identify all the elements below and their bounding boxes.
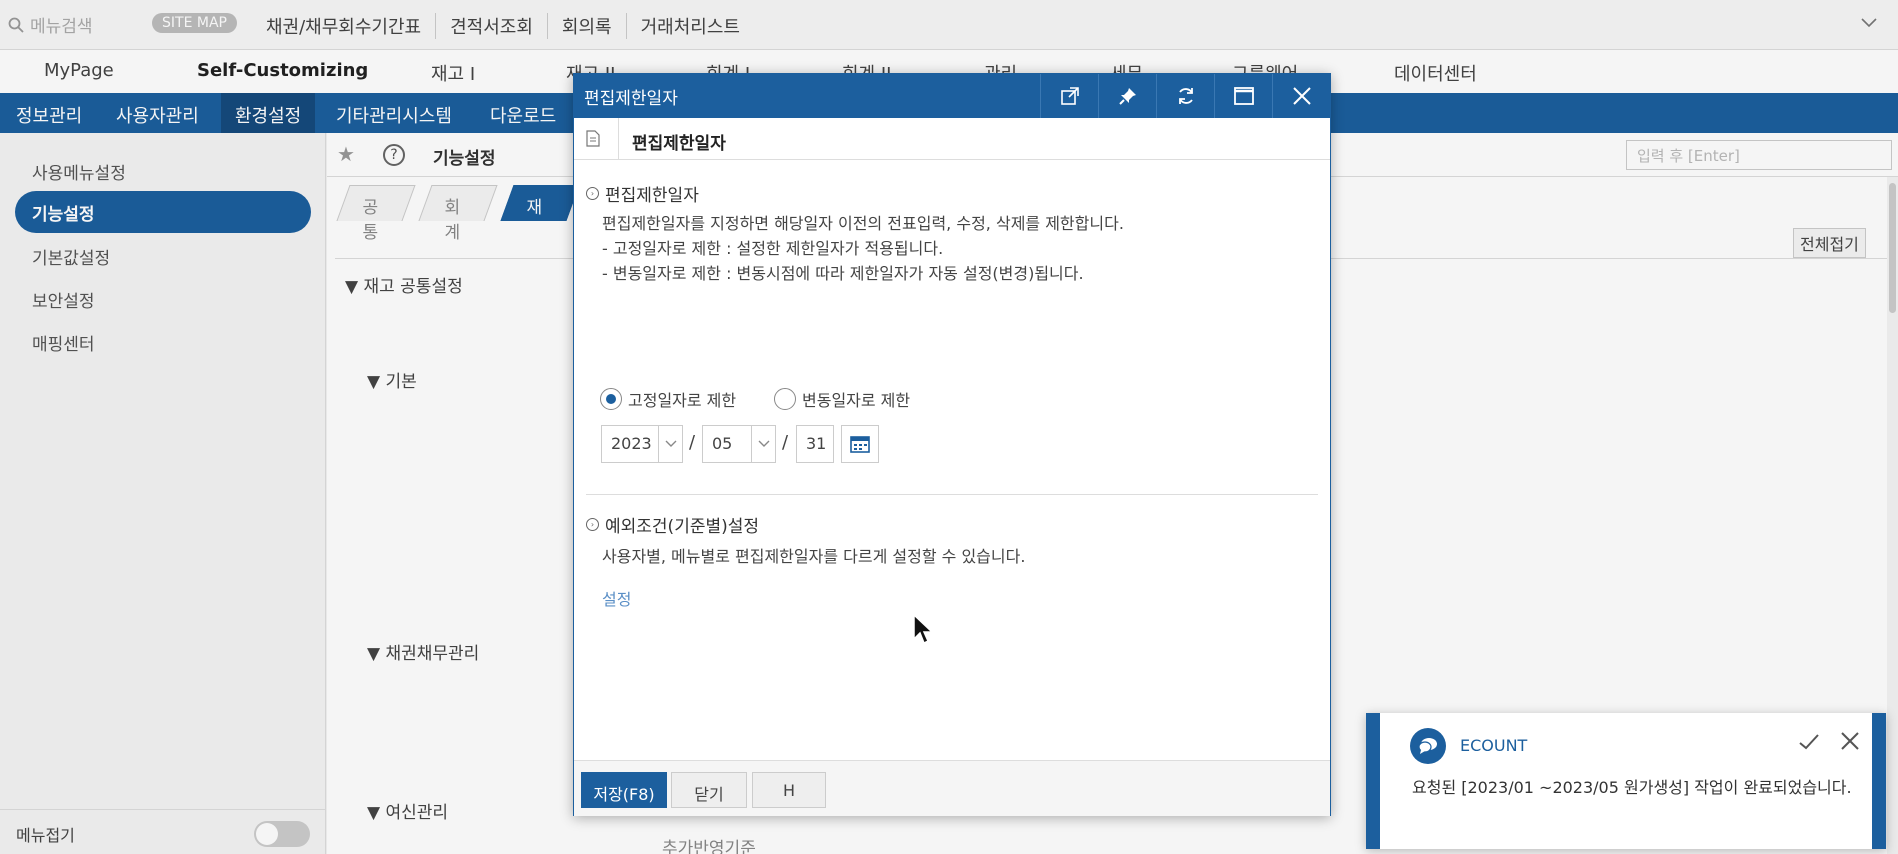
dialog-title: 편집제한일자 [584,89,678,109]
pin-icon[interactable] [1098,74,1156,118]
popout-icon[interactable] [1040,74,1098,118]
document-icon [586,130,600,147]
calendar-icon[interactable] [841,425,879,463]
check-icon[interactable] [1798,733,1820,755]
description: - 변동일자로 제한 : 변동시점에 따라 제한일자가 자동 설정(변경)됩니다… [602,264,1084,283]
radio-button[interactable] [774,388,796,410]
section-title: 편집제한일자 [605,186,699,206]
close-button[interactable]: 닫기 [671,772,747,808]
section-title: 예외조건(기준별)설정 [605,517,760,537]
month-select[interactable]: 05 [702,425,776,463]
chevron-down-icon [751,426,775,462]
section-exception: › 예외조건(기준별)설정 [586,512,759,537]
dialog-subheader: 편집제한일자 [574,118,1330,160]
edit-limit-date-dialog: 편집제한일자 편집제한일자 › 편집제한일자 편집제한일자를 지정하면 해당일자… [573,73,1331,816]
chat-icon [1410,728,1446,764]
close-icon[interactable] [1840,731,1860,755]
date-separator: / [689,432,696,453]
dialog-body: › 편집제한일자 편집제한일자를 지정하면 해당일자 이전의 전표입력, 수정,… [574,160,1330,760]
divider [618,118,619,160]
radio-fixed-date[interactable]: 고정일자로 제한 [600,387,736,411]
chevron-down-icon [658,426,682,462]
radio-button[interactable] [600,388,622,410]
day-input[interactable]: 31 [796,425,834,463]
description: 사용자별, 메뉴별로 편집제한일자를 다르게 설정할 수 있습니다. [602,547,1026,566]
radio-label: 고정일자로 제한 [628,391,737,410]
h-button[interactable]: H [752,772,826,808]
radio-variable-date[interactable]: 변동일자로 제한 [774,387,910,411]
divider [586,494,1318,495]
toast-message: 요청된 [2023/01 ~2023/05 원가생성] 작업이 완료되었습니다. [1412,778,1852,797]
description: 편집제한일자를 지정하면 해당일자 이전의 전표입력, 수정, 삭제를 제한합니… [602,214,1124,233]
refresh-icon[interactable] [1156,74,1214,118]
circle-arrow-icon: › [586,187,599,200]
maximize-icon[interactable] [1214,74,1272,118]
dialog-header-title: 편집제한일자 [632,134,726,154]
radio-label: 변동일자로 제한 [802,391,911,410]
settings-link[interactable]: 설정 [602,586,631,610]
section-edit-limit: › 편집제한일자 [586,181,699,206]
date-separator: / [782,432,789,453]
notification-toast: ECOUNT 요청된 [2023/01 ~2023/05 원가생성] 작업이 완… [1366,713,1886,849]
dialog-titlebar: 편집제한일자 [574,74,1330,118]
circle-arrow-icon: › [586,518,599,531]
cursor-icon [913,614,934,645]
close-icon[interactable] [1272,74,1330,118]
description: - 고정일자로 제한 : 설정한 제한일자가 적용됩니다. [602,239,944,258]
month-value: 05 [712,434,733,453]
save-button[interactable]: 저장(F8) [581,772,667,808]
toast-brand: ECOUNT [1460,736,1528,755]
dialog-footer: 저장(F8) 닫기 H [574,760,1330,816]
year-select[interactable]: 2023 [601,425,683,463]
year-value: 2023 [611,434,652,453]
